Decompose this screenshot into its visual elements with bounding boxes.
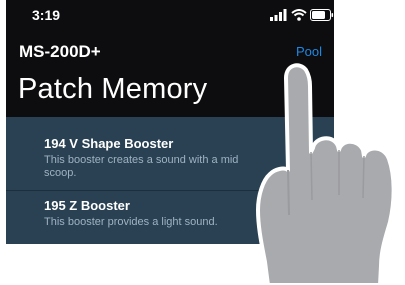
device-name: MS-200D+: [19, 42, 101, 61]
cellular-signal-icon: [270, 9, 287, 21]
patch-description: This booster creates a sound with a mid …: [44, 154, 239, 179]
patch-name: 194 V Shape Booster: [44, 136, 174, 151]
status-time: 3:19: [32, 7, 61, 23]
patch-list: 194 V Shape Booster This booster creates…: [6, 117, 334, 244]
page-title: Patch Memory: [18, 73, 208, 105]
patch-description: This booster provides a light sound.: [44, 216, 218, 228]
patch-row[interactable]: 194 V Shape Booster This booster creates…: [6, 126, 334, 184]
pool-button[interactable]: Pool: [296, 44, 322, 59]
select-button[interactable]: S: [291, 82, 300, 97]
battery-icon: [310, 9, 334, 21]
phone-screen: 3:19 MS-200D+ Pool Patch Memory S 194 V …: [6, 0, 334, 244]
patch-row[interactable]: 195 Z Booster This booster provides a li…: [6, 188, 334, 244]
patch-name: 195 Z Booster: [44, 198, 130, 213]
wifi-icon: [291, 9, 307, 21]
status-bar: 3:19: [6, 0, 334, 32]
